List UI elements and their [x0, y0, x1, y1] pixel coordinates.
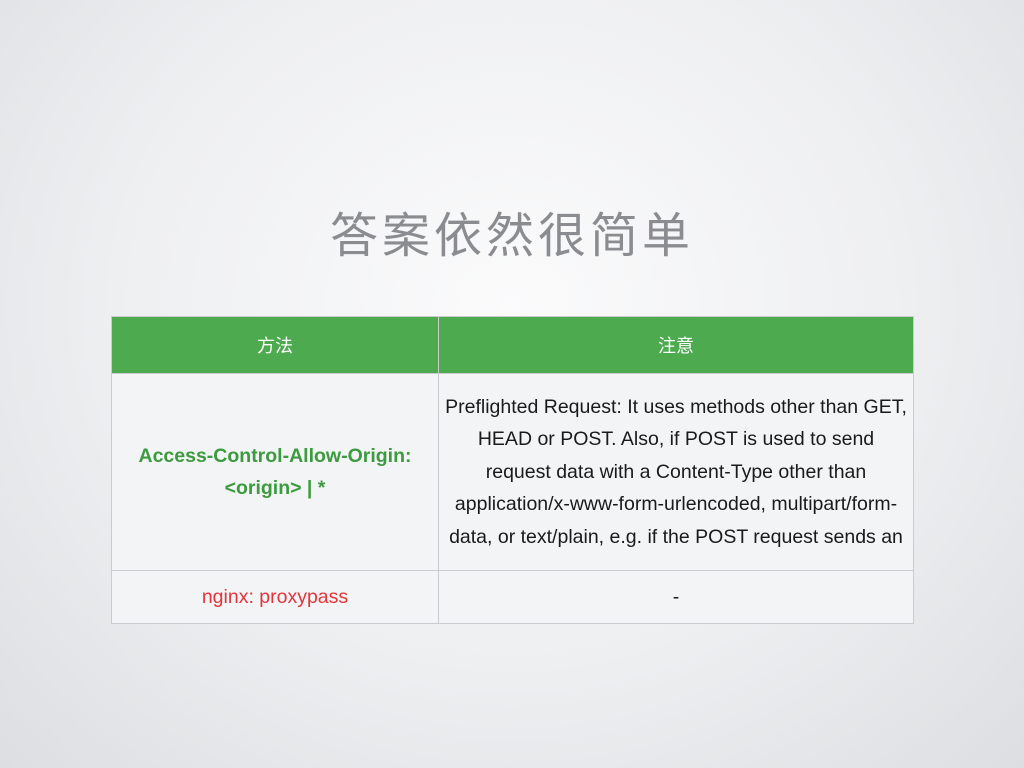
table-header-row: 方法 注意 — [111, 316, 914, 374]
table-row: Access-Control-Allow-Origin: <origin> | … — [111, 373, 914, 571]
method-cell-nginx-proxypass: nginx: proxypass — [111, 570, 439, 624]
header-method: 方法 — [111, 316, 439, 374]
slide-title: 答案依然很简单 — [329, 208, 694, 264]
cors-table: 方法 注意 Access-Control-Allow-Origin: <orig… — [111, 316, 914, 624]
note-cell-preflight: Preflighted Request: It uses methods oth… — [438, 373, 914, 571]
method-cell-allow-origin: Access-Control-Allow-Origin: <origin> | … — [111, 373, 439, 571]
header-note: 注意 — [438, 316, 914, 374]
table-row: nginx: proxypass - — [111, 570, 914, 624]
note-cell-dash: - — [438, 570, 914, 624]
